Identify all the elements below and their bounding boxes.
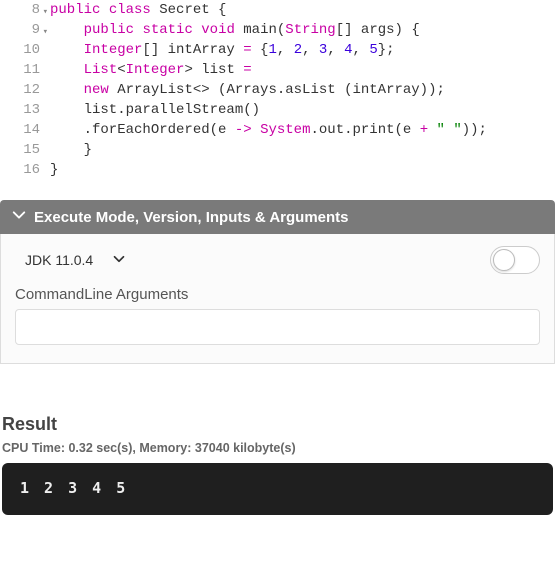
line-number: 12	[0, 80, 40, 100]
fold-marker-icon[interactable]: ▾	[43, 2, 48, 22]
code-line[interactable]: public static void main(String[] args) {	[50, 20, 555, 40]
chevron-down-icon	[12, 208, 26, 226]
code-editor[interactable]: 8▾9▾10111213141516 public class Secret {…	[0, 0, 555, 180]
interactive-toggle[interactable]	[490, 246, 540, 274]
commandline-arguments-input[interactable]	[15, 309, 540, 345]
code-line[interactable]: List<Integer> list =	[50, 60, 555, 80]
line-number: 14	[0, 120, 40, 140]
result-section: Result CPU Time: 0.32 sec(s), Memory: 37…	[0, 414, 555, 515]
execute-panel-header[interactable]: Execute Mode, Version, Inputs & Argument…	[0, 200, 555, 234]
result-title: Result	[2, 414, 553, 435]
fold-marker-icon[interactable]: ▾	[43, 22, 48, 42]
line-number: 10	[0, 40, 40, 60]
execute-panel-body: JDK 11.0.4 CommandLine Arguments	[0, 234, 555, 364]
code-area[interactable]: public class Secret { public static void…	[50, 0, 555, 180]
code-line[interactable]: new ArrayList<> (Arrays.asList (intArray…	[50, 80, 555, 100]
line-number-gutter: 8▾9▾10111213141516	[0, 0, 50, 180]
console-output: 1 2 3 4 5	[2, 463, 553, 515]
execute-panel-title: Execute Mode, Version, Inputs & Argument…	[34, 209, 349, 226]
code-line[interactable]: }	[50, 160, 555, 180]
line-number: 9▾	[0, 20, 40, 40]
toggle-knob	[493, 249, 515, 271]
jdk-version-dropdown[interactable]: JDK 11.0.4	[15, 248, 131, 272]
line-number: 13	[0, 100, 40, 120]
chevron-down-icon	[113, 252, 125, 268]
code-line[interactable]: Integer[] intArray = {1, 2, 3, 4, 5};	[50, 40, 555, 60]
jdk-version-label: JDK 11.0.4	[25, 252, 93, 268]
code-line[interactable]: }	[50, 140, 555, 160]
line-number: 8▾	[0, 0, 40, 20]
line-number: 15	[0, 140, 40, 160]
result-meta: CPU Time: 0.32 sec(s), Memory: 37040 kil…	[2, 441, 553, 455]
line-number: 16	[0, 160, 40, 180]
code-line[interactable]: .forEachOrdered(e -> System.out.print(e …	[50, 120, 555, 140]
args-field-label: CommandLine Arguments	[15, 286, 540, 303]
code-line[interactable]: public class Secret {	[50, 0, 555, 20]
code-line[interactable]: list.parallelStream()	[50, 100, 555, 120]
line-number: 11	[0, 60, 40, 80]
